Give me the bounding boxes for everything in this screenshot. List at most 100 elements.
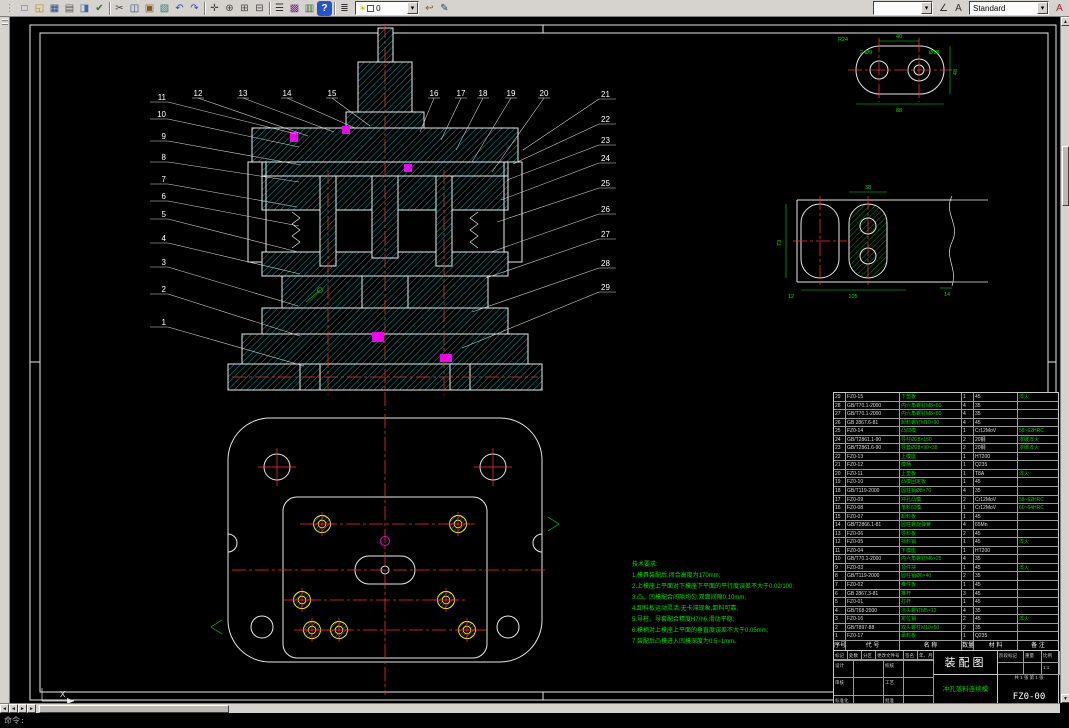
balloon-27: 27	[601, 230, 610, 239]
new-icon[interactable]: □	[17, 1, 32, 16]
balloon-6: 6	[162, 192, 167, 201]
style-combo-arrow[interactable]: ▾	[1037, 2, 1048, 14]
balloon-25: 25	[601, 179, 610, 188]
style-manager-icon[interactable]: A	[1052, 1, 1067, 16]
toolbar-group-d: A	[1052, 1, 1067, 16]
bom-row: 18GB/T119-2000圆柱销Ø8×70435	[834, 487, 1058, 496]
left-toolbar-strip	[0, 17, 10, 703]
bom-row: 13FZ0-06导料板245	[834, 530, 1058, 539]
help-icon[interactable]: ?	[317, 1, 332, 16]
style-combo[interactable]: Standard ▾	[969, 1, 1049, 15]
balloon-18: 18	[479, 89, 488, 98]
bom-row: 3FZ0-16定位销245淬火	[834, 615, 1058, 624]
pan-icon[interactable]: ✛	[207, 1, 222, 16]
note-line: 6.模柄对上模座上平面的垂直度误差不大于0.05mm;	[632, 626, 842, 637]
tab-prev-icon[interactable]: ◄	[9, 704, 18, 713]
bom-row: 26GB 2867.6-81卸料螺钉M10×90445	[834, 419, 1058, 428]
note-line: 2.上模座上平面对下模座下平面的平行度误差不大于0.02/100;	[632, 582, 842, 593]
bom-row: 7FZ0-02推件板145	[834, 581, 1058, 590]
vertical-scrollbar[interactable]: ▲ ▼	[1060, 17, 1069, 703]
toolbar-grip-mark	[2, 19, 8, 21]
tool-palettes-icon[interactable]: ▥	[302, 1, 317, 16]
linetype-combo[interactable]: ▾	[873, 1, 933, 15]
weight-value	[1024, 663, 1042, 675]
bom-row: 27GB/T70.1-2000内六角螺钉M8×80435	[834, 410, 1058, 419]
balloon-12: 12	[194, 89, 203, 98]
scroll-up-icon[interactable]: ▲	[1061, 17, 1069, 26]
balloon-17: 17	[457, 89, 466, 98]
balloon-10: 10	[157, 110, 166, 119]
ucs-icon: X	[42, 688, 74, 703]
tech-notes: 技术要求:1.模具装配后,闭合高度为170mm;2.上模座上平面对下模座下平面的…	[632, 560, 842, 648]
layer-color-swatch	[367, 5, 374, 12]
dim-strip-height: 73	[777, 240, 783, 246]
make-object-layer-icon[interactable]: ✎	[437, 1, 452, 16]
print-icon[interactable]: ▤	[62, 1, 77, 16]
layer-on-icon: ☀	[359, 4, 366, 13]
design-center-icon[interactable]: ▩	[287, 1, 302, 16]
dim-strip-side: 12	[788, 294, 794, 300]
dim-style-icon[interactable]: ∠	[936, 1, 951, 16]
dim-part-length: 88	[896, 108, 902, 114]
match-properties-icon[interactable]: ▧	[157, 1, 172, 16]
scroll-down-icon[interactable]: ▼	[1061, 694, 1069, 703]
tb-row1: 标记处数分区更改文件号签名年、月、日	[834, 651, 933, 661]
scale-value: 1:1	[1042, 663, 1060, 675]
layers-icon[interactable]: ≣	[337, 1, 352, 16]
balloon-3: 3	[162, 258, 167, 267]
bom-row: 4GB/T68-2000沉头螺钉M5×12435	[834, 607, 1058, 616]
tab-last-icon[interactable]: ►	[27, 704, 36, 713]
bom-row: 10GB/T70.1-2000内六角螺钉M6×25435	[834, 555, 1058, 564]
layer-combo[interactable]: ☀ 0 ▾	[355, 1, 419, 15]
bom-row: 22FZ0-13上模座1HT200	[834, 453, 1058, 462]
text-style-icon[interactable]: A	[951, 1, 966, 16]
note-line: 7.装配后凸模进入凹模深度为0.5~1mm。	[632, 637, 842, 648]
balloon-22: 22	[601, 115, 610, 124]
balloon-5: 5	[162, 210, 167, 219]
bom-row: 20FZ0-11上垫板1T8A淬火	[834, 470, 1058, 479]
save-icon[interactable]: ▦	[47, 1, 62, 16]
linetype-combo-arrow[interactable]: ▾	[921, 2, 932, 14]
balloon-1: 1	[162, 318, 167, 327]
command-prompt: 命令:	[4, 716, 25, 725]
balloon-24: 24	[601, 154, 610, 163]
bom-row: 12FZ0-05挡料销145淬火	[834, 538, 1058, 547]
open-icon[interactable]: ◱	[32, 1, 47, 16]
bom-row: 25FZ0-14凸凹模1Cr12MoV58~62HRC	[834, 427, 1058, 436]
vertical-scroll-thumb[interactable]	[1062, 146, 1069, 206]
properties-icon[interactable]: ☰	[272, 1, 287, 16]
spell-icon[interactable]: ✔	[92, 1, 107, 16]
balloon-13: 13	[239, 89, 248, 98]
paste-icon[interactable]: ▣	[142, 1, 157, 16]
tab-first-icon[interactable]: ◄	[0, 704, 9, 713]
dim-part-bighole: Ø18	[929, 50, 939, 56]
stage-value	[998, 663, 1024, 675]
horizontal-scrollbar[interactable]: ◄ ◄ ► ►	[0, 703, 1060, 713]
bom-row: 1FZ0-17承料板1Q235	[834, 632, 1058, 641]
zoom-realtime-icon[interactable]: ⊕	[222, 1, 237, 16]
toolbar-group-a: ⋮□◱▦▤◨✔ ✂◫▣▧↶↷ ✛⊕⊞⊟ ☰▩▥? ≣	[2, 1, 352, 16]
dim-part-radius: R24	[838, 37, 848, 43]
toolbar-grip-mark	[2, 23, 8, 25]
stage-label: 阶段标记	[998, 651, 1024, 663]
cut-icon[interactable]: ✂	[112, 1, 127, 16]
bom-row: 8GB/T119-2000圆柱销Ø6×40235	[834, 572, 1058, 581]
print-preview-icon[interactable]: ◨	[77, 1, 92, 16]
note-line: 1.模具装配后,闭合高度为170mm;	[632, 571, 842, 582]
toolbar-separator	[269, 2, 270, 15]
drawing-canvas[interactable]: 1110987654321121314151617181920212223242…	[10, 17, 1060, 703]
zoom-previous-icon[interactable]: ⊟	[252, 1, 267, 16]
balloon-29: 29	[601, 283, 610, 292]
command-line[interactable]: 命令:	[0, 713, 1069, 728]
horizontal-scroll-thumb[interactable]	[39, 705, 229, 713]
copy-icon[interactable]: ◫	[127, 1, 142, 16]
layer-combo-arrow[interactable]: ▾	[407, 2, 418, 14]
toolbar-grip-icon[interactable]: ⋮	[2, 1, 17, 16]
redo-icon[interactable]: ↷	[187, 1, 202, 16]
zoom-window-icon[interactable]: ⊞	[237, 1, 252, 16]
layer-previous-icon[interactable]: ↩	[422, 1, 437, 16]
balloon-7: 7	[162, 175, 167, 184]
tab-next-icon[interactable]: ►	[18, 704, 27, 713]
strip-layout-view: 73 38 105 12 14	[777, 185, 988, 300]
undo-icon[interactable]: ↶	[172, 1, 187, 16]
